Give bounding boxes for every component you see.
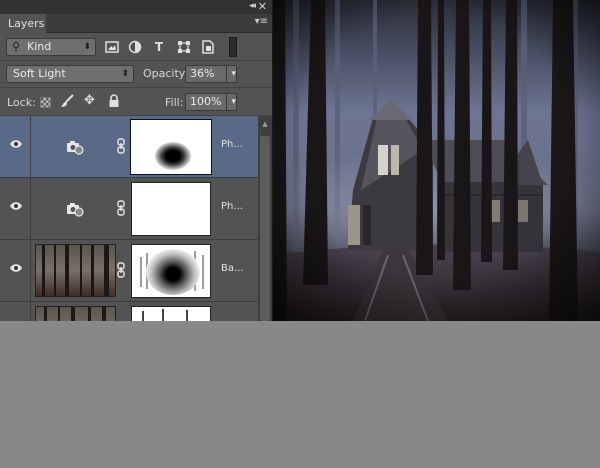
lock-transparent-pixels-icon[interactable] xyxy=(40,97,51,108)
opacity-label: Opacity: xyxy=(143,67,189,80)
chevron-down-icon[interactable]: ▾ xyxy=(226,94,236,110)
photo-filter-adjustment-icon[interactable] xyxy=(66,139,84,155)
opacity-value: 36% xyxy=(190,67,215,80)
layer-mask-thumbnail[interactable] xyxy=(131,306,211,321)
layers-panel: ◂◂ ✕ Layers ▾≡ ⚲ Kind ⬍ T Soft Light ⬍ O… xyxy=(0,0,272,321)
eye-visibility-icon[interactable] xyxy=(9,201,23,211)
layer-name[interactable]: Ba... xyxy=(221,263,244,274)
layers-scrollbar[interactable]: ▲ xyxy=(258,116,272,321)
lock-position-move-icon[interactable]: ✥ xyxy=(84,93,95,108)
layer-image-thumbnail[interactable] xyxy=(35,244,116,297)
layer-mask-thumbnail[interactable] xyxy=(131,244,211,298)
layer-row[interactable]: Ph... xyxy=(0,178,258,240)
pixel-filter-icon[interactable] xyxy=(105,40,119,54)
filter-toggle-switch[interactable] xyxy=(229,37,237,57)
shape-filter-icon[interactable] xyxy=(177,40,191,54)
chevron-down-icon[interactable]: ▾ xyxy=(226,66,236,82)
opacity-field[interactable]: 36% ▾ xyxy=(185,65,237,83)
tab-layers[interactable]: Layers xyxy=(0,14,46,33)
fill-field[interactable]: 100% ▾ xyxy=(185,93,237,111)
mask-link-chain-icon[interactable] xyxy=(117,262,125,278)
collapse-panel-icon[interactable]: ◂◂ xyxy=(249,1,256,11)
visibility-column xyxy=(0,302,31,321)
layer-image-thumbnail[interactable] xyxy=(35,306,116,321)
scrollbar-thumb[interactable] xyxy=(260,136,270,321)
layer-mask-thumbnail[interactable] xyxy=(131,182,211,236)
fill-value: 100% xyxy=(190,95,222,108)
layers-list: Ph... Ph... Ba... xyxy=(0,116,258,321)
up-down-arrows-icon: ⬍ xyxy=(83,42,91,52)
search-icon: ⚲ xyxy=(12,40,21,53)
filter-kind-dropdown[interactable]: ⚲ Kind ⬍ xyxy=(6,38,96,56)
type-filter-icon[interactable]: T xyxy=(152,40,166,54)
panel-tab-bar: Layers ▾≡ xyxy=(0,14,272,33)
layer-name[interactable]: Ph... xyxy=(221,201,243,212)
lock-label: Lock: xyxy=(7,96,36,109)
blend-row: Soft Light ⬍ Opacity: 36% ▾ xyxy=(0,61,272,88)
lock-row: Lock: ✥ Fill: 100% ▾ xyxy=(0,88,272,116)
layer-name[interactable]: Ph... xyxy=(221,139,243,150)
lock-all-icon[interactable] xyxy=(108,94,120,108)
panel-menu-icon[interactable]: ▾≡ xyxy=(255,16,268,27)
haunted-house-forest-image xyxy=(273,0,600,321)
document-canvas[interactable] xyxy=(272,0,600,321)
layer-row[interactable]: Ph... xyxy=(0,116,258,178)
panel-title-strip: ◂◂ ✕ xyxy=(0,0,272,14)
layer-filter-row: ⚲ Kind ⬍ T xyxy=(0,33,272,61)
eye-visibility-icon[interactable] xyxy=(9,263,23,273)
filter-kind-label: Kind xyxy=(27,40,52,53)
mask-link-chain-icon[interactable] xyxy=(117,200,125,216)
up-down-arrows-icon: ⬍ xyxy=(121,69,129,79)
layer-mask-thumbnail[interactable] xyxy=(130,119,212,175)
mask-link-chain-icon[interactable] xyxy=(117,138,125,154)
photo-filter-adjustment-icon[interactable] xyxy=(66,201,84,217)
eye-visibility-icon[interactable] xyxy=(9,139,23,149)
fill-label: Fill: xyxy=(165,96,184,109)
smart-object-filter-icon[interactable] xyxy=(201,40,215,54)
blend-mode-value: Soft Light xyxy=(13,67,66,80)
adjustment-filter-icon[interactable] xyxy=(128,40,142,54)
workspace: ◂◂ ✕ Layers ▾≡ ⚲ Kind ⬍ T Soft Light ⬍ O… xyxy=(0,0,600,468)
layer-row[interactable] xyxy=(0,302,258,321)
blend-mode-dropdown[interactable]: Soft Light ⬍ xyxy=(6,65,134,83)
layer-row[interactable]: Ba... xyxy=(0,240,258,302)
lock-image-pixels-brush-icon[interactable] xyxy=(60,94,74,108)
close-panel-icon[interactable]: ✕ xyxy=(258,0,267,13)
scroll-up-arrow-icon[interactable]: ▲ xyxy=(260,120,270,130)
